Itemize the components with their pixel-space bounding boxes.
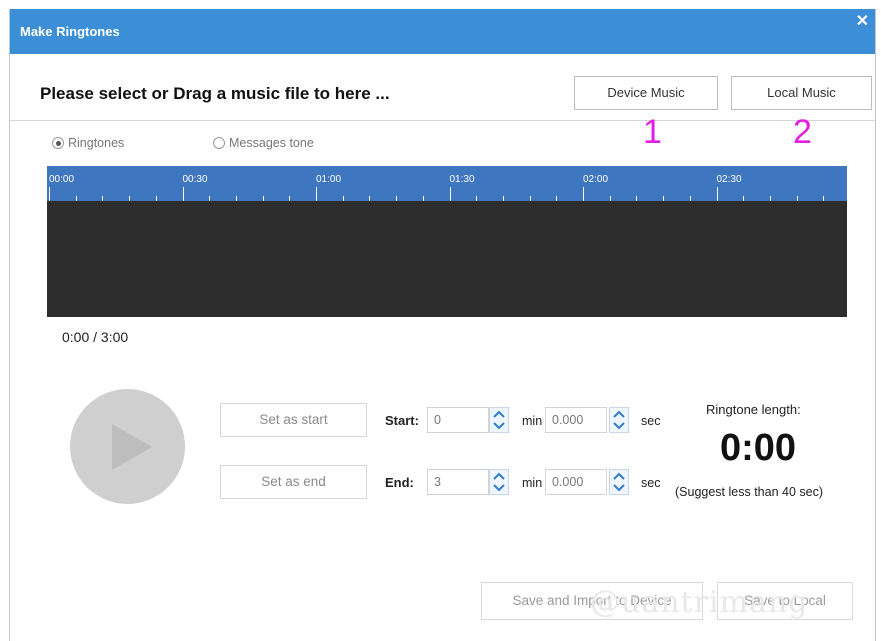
end-sec-stepper[interactable] xyxy=(609,469,629,495)
timeline-tick xyxy=(49,187,50,201)
start-sec-input[interactable]: 0.000 xyxy=(545,407,607,433)
start-sec-stepper[interactable] xyxy=(609,407,629,433)
set-as-start-button[interactable]: Set as start xyxy=(220,403,367,437)
messages-tone-radio[interactable]: Messages tone xyxy=(213,136,314,150)
local-music-button[interactable]: Local Music xyxy=(731,76,872,110)
start-min-unit: min xyxy=(522,414,543,428)
timeline-tick xyxy=(583,187,584,201)
file-select-header: Please select or Drag a music file to he… xyxy=(10,54,875,121)
annotation-1: 1 xyxy=(643,113,662,151)
timeline-label: 01:30 xyxy=(449,174,475,185)
start-sec-unit: sec xyxy=(641,414,661,428)
end-sec-unit: sec xyxy=(641,476,661,490)
timeline-label: 00:00 xyxy=(49,174,75,185)
title-bar: Make Ringtones ✕ xyxy=(10,9,875,54)
start-label: Start: xyxy=(385,413,419,428)
close-icon[interactable]: ✕ xyxy=(856,14,869,30)
radio-unselected-icon xyxy=(213,137,225,149)
ringtone-length-hint: (Suggest less than 40 sec) xyxy=(675,485,823,499)
timeline-tick xyxy=(182,187,184,201)
waveform-area[interactable] xyxy=(47,201,847,317)
ringtone-dialog: Make Ringtones ✕ Please select or Drag a… xyxy=(9,9,876,641)
end-min-unit: min xyxy=(522,476,543,490)
ringtones-radio[interactable]: Ringtones xyxy=(52,136,124,150)
drop-instruction: Please select or Drag a music file to he… xyxy=(40,84,390,103)
set-as-end-button[interactable]: Set as end xyxy=(220,465,367,499)
ringtone-length-label: Ringtone length: xyxy=(706,402,801,417)
messages-tone-radio-label: Messages tone xyxy=(229,136,314,150)
watermark-logo: @uantrimang xyxy=(590,585,809,620)
timeline-tick xyxy=(449,187,451,201)
timeline-label: 00:30 xyxy=(182,174,208,185)
timeline-label: 01:00 xyxy=(316,174,342,185)
window-title: Make Ringtones xyxy=(20,24,120,39)
device-music-button[interactable]: Device Music xyxy=(574,76,718,110)
start-min-stepper[interactable] xyxy=(489,407,509,433)
end-label: End: xyxy=(385,475,414,490)
play-icon xyxy=(112,424,152,470)
end-min-stepper[interactable] xyxy=(489,469,509,495)
annotation-2: 2 xyxy=(793,113,812,151)
timeline-tick xyxy=(716,187,718,201)
timeline-label: 02:30 xyxy=(716,174,742,185)
timeline-tick xyxy=(316,187,317,201)
timeline-ruler[interactable]: 00:00 00:30 01:00 01:30 02:00 02:30 xyxy=(47,166,847,201)
end-min-input[interactable]: 3 xyxy=(427,469,489,495)
radio-selected-icon xyxy=(52,137,64,149)
end-sec-input[interactable]: 0.000 xyxy=(545,469,607,495)
start-min-input[interactable]: 0 xyxy=(427,407,489,433)
timeline-label: 02:00 xyxy=(583,174,609,185)
play-button[interactable] xyxy=(70,389,185,504)
ringtones-radio-label: Ringtones xyxy=(68,136,125,150)
playback-position: 0:00 / 3:00 xyxy=(62,329,129,345)
ringtone-length-value: 0:00 xyxy=(720,427,797,469)
